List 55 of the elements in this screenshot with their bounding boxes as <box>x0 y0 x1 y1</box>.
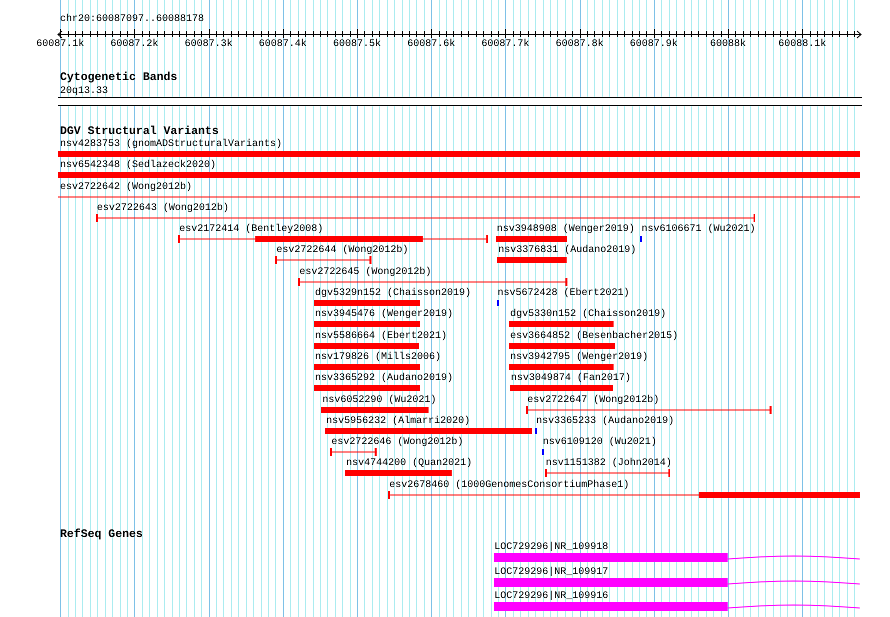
feature-label: nsv4283753 (gnomADStructuralVariants) <box>60 139 282 150</box>
feature-label: nsv3365233 (Audano2019) <box>536 416 674 427</box>
feature-label: esv2722644 (Wong2012b) <box>276 245 408 256</box>
track-title: DGV Structural Variants <box>60 126 219 138</box>
feature-label: nsv3365292 (Audano2019) <box>314 373 454 384</box>
insertion-mark <box>535 426 538 435</box>
ruler-label: 60087.8k <box>556 39 604 50</box>
feature-label: dgv5329n152 (Chaisson2019) <box>314 288 472 300</box>
insertion-mark <box>542 448 544 456</box>
insertion-mark <box>640 235 642 244</box>
variant-bar <box>497 256 567 264</box>
gene-label: LOC729296|NR_109916 <box>494 591 608 602</box>
feature-label: esv2722642 (Wong2012b) <box>60 182 192 193</box>
ruler-label: 60087.6k <box>407 39 456 50</box>
feature-label: nsv3049874 (Fan2017) <box>510 373 631 384</box>
gene-label: LOC729296|NR_109918 <box>494 542 608 554</box>
insertion-mark <box>496 299 499 308</box>
variant-span <box>330 448 378 456</box>
feature-label: nsv179826 (Mills2006) <box>314 352 442 363</box>
feature-label: esv2722643 (Wong2012b) <box>96 202 229 214</box>
feature-label: esv3664852 (Besenbacher2015) <box>510 330 678 342</box>
feature-label: nsv3945476 (Wenger2019) <box>314 309 454 320</box>
ruler-label: 60087.7k <box>481 39 530 50</box>
ruler-label: 60087.3k <box>184 39 233 50</box>
feature-label: nsv3948908 (Wenger2019) <box>496 224 635 236</box>
feature-label: nsv5956232 (Almarri2020) <box>326 416 470 427</box>
feature-label: esv2172414 (Bentley2008) <box>179 224 324 236</box>
feature-label: nsv6106671 (Wu2021) <box>641 224 756 236</box>
locus-label: chr20:60087097..60088178 <box>60 14 204 25</box>
feature-label: esv2678460 (1000GenomesConsortiumPhase1) <box>389 480 630 491</box>
band-label: 20q13.33 <box>60 86 108 97</box>
feature-label: nsv3376831 (Audano2019) <box>498 245 636 256</box>
track-title: RefSeq Genes <box>60 529 143 542</box>
ruler-label: 60088.1k <box>778 39 826 50</box>
feature-label: nsv6542348 (Sedlazeck2020) <box>60 160 216 172</box>
ruler-label: 60087.5k <box>333 39 382 50</box>
ruler-label: 60087.2k <box>110 39 158 50</box>
feature-label: esv2722647 (Wong2012b) <box>527 394 660 406</box>
ruler-label: 60087.4k <box>258 39 307 50</box>
ruler-label: 60087.1k <box>36 39 84 50</box>
feature-label: nsv6109120 (Wu2021) <box>542 437 657 448</box>
feature-label: nsv5672428 (Ebert2021) <box>498 288 630 300</box>
feature-label: esv2722646 (Wong2012b) <box>331 437 464 448</box>
feature-label: nsv5586664 (Ebert2021) <box>314 330 448 342</box>
ruler-label: 60087.9k <box>630 39 678 50</box>
track-title: Cytogenetic Bands <box>60 72 178 84</box>
variant-bar <box>496 235 567 244</box>
feature-label: esv2722645 (Wong2012b) <box>299 266 432 278</box>
feature-label: dgv5330n152 (Chaisson2019) <box>510 309 666 320</box>
gene-label: LOC729296|NR_109917 <box>494 566 608 578</box>
feature-label: nsv4744200 (Quan2021) <box>346 458 472 470</box>
ruler-label: 60088k <box>710 39 746 50</box>
feature-label: nsv1151382 (John2014) <box>546 458 672 470</box>
feature-label: nsv6052290 (Wu2021) <box>322 394 436 406</box>
feature-label: nsv3942795 (Wenger2019) <box>510 352 648 363</box>
